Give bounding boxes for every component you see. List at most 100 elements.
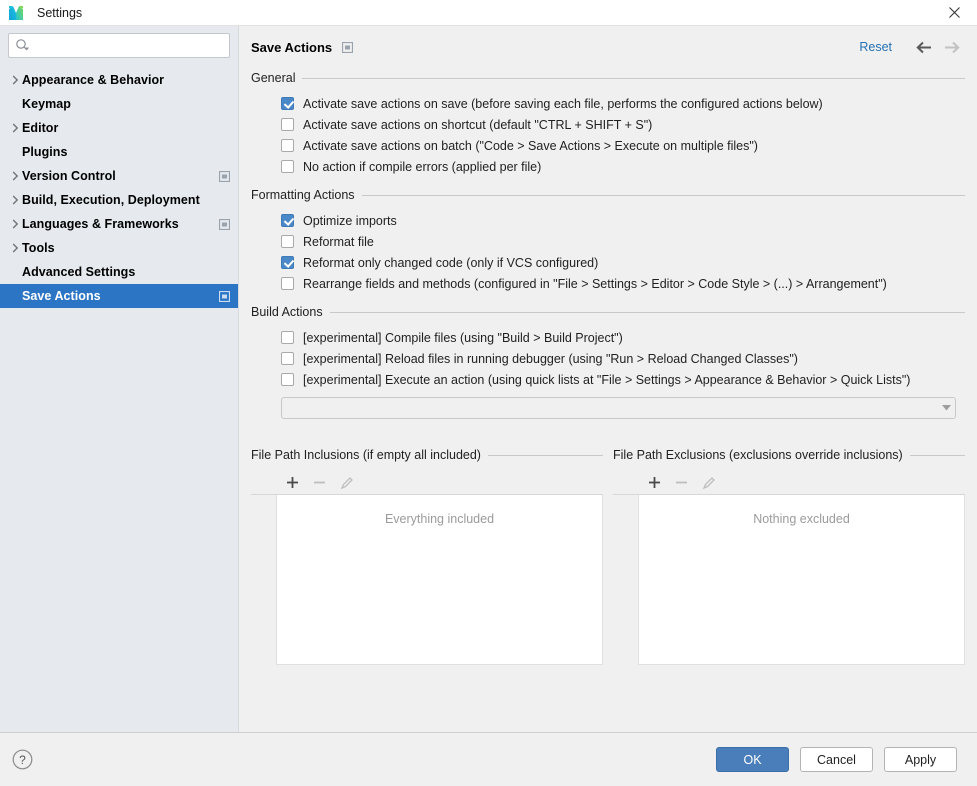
sidebar-item-version-control[interactable]: Version Control	[0, 164, 238, 188]
sidebar-item-label: Save Actions	[22, 289, 101, 303]
sidebar-item-tools[interactable]: Tools	[0, 236, 238, 260]
minus-icon	[312, 475, 327, 490]
pencil-icon	[701, 475, 716, 490]
search-icon	[16, 39, 29, 51]
path-panel-title: File Path Exclusions (exclusions overrid…	[613, 448, 903, 462]
content-header: Save Actions Reset	[251, 26, 965, 60]
plus-icon[interactable]	[647, 475, 662, 490]
checkbox-label: [experimental] Compile files (using "Bui…	[303, 330, 623, 345]
checkbox-row[interactable]: Optimize imports	[281, 210, 965, 231]
close-glyph	[948, 7, 960, 18]
path-panel-header: File Path Exclusions (exclusions overrid…	[613, 447, 965, 463]
page-title: Save Actions	[251, 39, 333, 55]
checkbox-icon[interactable]	[281, 160, 294, 173]
checkbox-label: [experimental] Reload files in running d…	[303, 351, 798, 366]
path-panel-title: File Path Inclusions (if empty all inclu…	[251, 448, 481, 462]
checkbox-row[interactable]: Reformat only changed code (only if VCS …	[281, 252, 965, 273]
cancel-button[interactable]: Cancel	[800, 747, 873, 772]
sidebar-item-label: Keymap	[22, 97, 71, 111]
checkbox-icon[interactable]	[281, 277, 294, 290]
settings-sidebar: Appearance & Behavior Keymap Editor Plugins…	[0, 26, 239, 732]
plus-icon[interactable]	[285, 475, 300, 490]
sidebar-item-build-execution-deployment[interactable]: Build, Execution, Deployment	[0, 188, 238, 212]
quick-list-combo[interactable]	[281, 397, 956, 419]
sidebar-item-label: Plugins	[22, 145, 68, 159]
checkbox-row[interactable]: [experimental] Compile files (using "Bui…	[281, 327, 965, 348]
sidebar-item-advanced-settings[interactable]: Advanced Settings	[0, 260, 238, 284]
path-list[interactable]: Nothing excluded	[638, 495, 965, 665]
sidebar-item-label: Languages & Frameworks	[22, 217, 179, 231]
section-body: Optimize imports Reformat file Reformat on…	[251, 203, 965, 294]
sidebar-item-editor[interactable]: Editor	[0, 116, 238, 140]
search-input[interactable]	[33, 37, 223, 54]
reset-link[interactable]: Reset	[859, 40, 892, 54]
svg-text:?: ?	[19, 753, 26, 767]
settings-content: Save Actions Reset General Activate save…	[239, 26, 977, 732]
checkbox-row[interactable]: Activate save actions on save (before sa…	[281, 93, 965, 114]
checkbox-checked-icon[interactable]	[281, 256, 294, 269]
title-bar: Settings	[0, 0, 977, 25]
search-box[interactable]	[8, 33, 230, 58]
chevron-right-icon[interactable]	[8, 219, 22, 229]
checkbox-icon[interactable]	[281, 373, 294, 386]
help-icon[interactable]: ?	[10, 748, 34, 772]
arrow-left-icon[interactable]	[913, 37, 937, 57]
section-rule	[329, 311, 965, 313]
close-icon[interactable]	[931, 0, 977, 25]
checkbox-icon[interactable]	[281, 235, 294, 248]
checkbox-row[interactable]: [experimental] Execute an action (using …	[281, 369, 965, 390]
ok-button[interactable]: OK	[716, 747, 789, 772]
path-list[interactable]: Everything included	[276, 495, 603, 665]
path-panel-header: File Path Inclusions (if empty all inclu…	[251, 447, 603, 463]
section-title: Formatting Actions	[251, 188, 355, 202]
section-header: Build Actions	[251, 304, 965, 320]
checkbox-checked-icon[interactable]	[281, 214, 294, 227]
sidebar-item-appearance-behavior[interactable]: Appearance & Behavior	[0, 68, 238, 92]
settings-tree: Appearance & Behavior Keymap Editor Plugins…	[0, 67, 238, 308]
sidebar-item-plugins[interactable]: Plugins	[0, 140, 238, 164]
sidebar-item-label: Advanced Settings	[22, 265, 136, 279]
sidebar-search	[0, 33, 238, 67]
settings-sections: General Activate save actions on save (be…	[251, 70, 965, 390]
checkbox-icon[interactable]	[281, 352, 294, 365]
panel-badge-icon	[219, 218, 230, 230]
checkbox-checked-icon[interactable]	[281, 97, 294, 110]
section-header: General	[251, 70, 965, 86]
section-body: Activate save actions on save (before sa…	[251, 86, 965, 177]
arrow-right-icon	[939, 37, 963, 57]
sidebar-item-label: Tools	[22, 241, 55, 255]
path-toolbar	[251, 471, 603, 495]
checkbox-icon[interactable]	[281, 139, 294, 152]
sidebar-item-save-actions[interactable]: Save Actions	[0, 284, 238, 308]
settings-window: Settings Appearance & Behavior Keymap Ed…	[0, 0, 977, 786]
chevron-right-icon[interactable]	[8, 123, 22, 133]
chevron-right-icon[interactable]	[8, 195, 22, 205]
checkbox-row[interactable]: [experimental] Reload files in running d…	[281, 348, 965, 369]
section-rule	[302, 77, 965, 79]
sidebar-item-keymap[interactable]: Keymap	[0, 92, 238, 116]
section-rule	[361, 194, 965, 196]
sidebar-item-label: Appearance & Behavior	[22, 73, 165, 87]
intellij-logo-icon	[9, 5, 23, 20]
panel-badge-icon	[342, 41, 354, 53]
checkbox-row[interactable]: Activate save actions on batch ("Code > …	[281, 135, 965, 156]
checkbox-row[interactable]: Activate save actions on shortcut (defau…	[281, 114, 965, 135]
sidebar-item-languages-frameworks[interactable]: Languages & Frameworks	[0, 212, 238, 236]
path-list-empty-text: Nothing excluded	[753, 512, 850, 526]
sidebar-item-label: Version Control	[22, 169, 116, 183]
checkbox-row[interactable]: No action if compile errors (applied per…	[281, 156, 965, 177]
checkbox-icon[interactable]	[281, 331, 294, 344]
chevron-right-icon[interactable]	[8, 171, 22, 181]
apply-button[interactable]: Apply	[884, 747, 957, 772]
section-rule	[909, 454, 965, 456]
window-title: Settings	[37, 5, 83, 20]
checkbox-row[interactable]: Reformat file	[281, 231, 965, 252]
section-rule	[487, 454, 603, 456]
dialog-footer: ? OK Cancel Apply	[0, 732, 977, 786]
chevron-down-icon	[937, 405, 955, 411]
checkbox-icon[interactable]	[281, 118, 294, 131]
checkbox-label: Activate save actions on batch ("Code > …	[303, 138, 758, 153]
chevron-right-icon[interactable]	[8, 243, 22, 253]
checkbox-row[interactable]: Rearrange fields and methods (configured…	[281, 273, 965, 294]
chevron-right-icon[interactable]	[8, 75, 22, 85]
